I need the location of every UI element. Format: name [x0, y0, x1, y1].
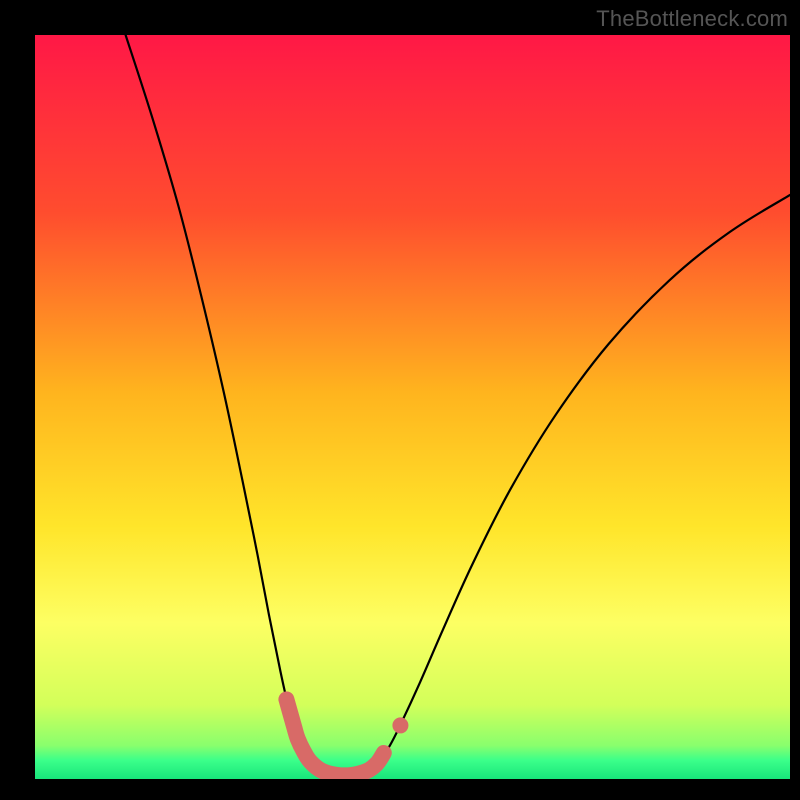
plot-area	[35, 35, 790, 779]
bottleneck-chart	[35, 35, 790, 779]
watermark-text: TheBottleneck.com	[596, 6, 788, 32]
highlight-dot	[392, 717, 408, 733]
chart-frame: TheBottleneck.com	[0, 0, 800, 800]
gradient-background	[35, 35, 790, 779]
